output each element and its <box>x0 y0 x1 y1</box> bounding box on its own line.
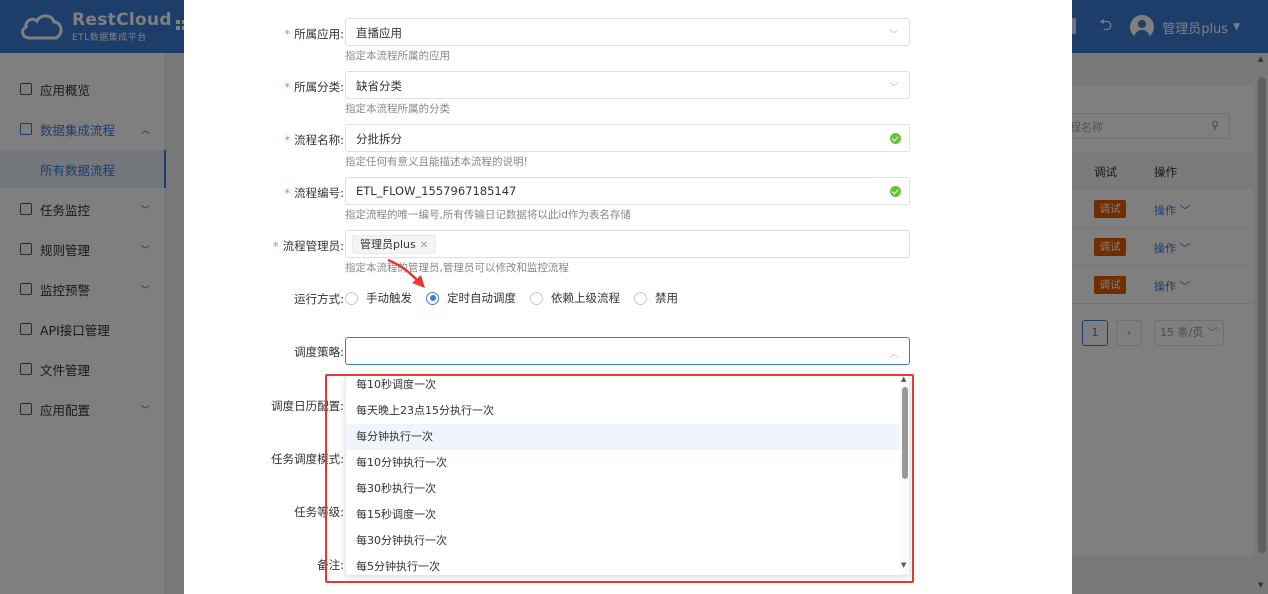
run-mode-label: 运行方式: <box>294 292 344 306</box>
flow-code-label: * 流程编号: <box>284 186 344 200</box>
chevron-up-icon: ︿ <box>889 349 899 360</box>
manager-tag: 管理员plus ✕ <box>352 235 437 254</box>
valid-check-icon <box>890 133 901 144</box>
strategy-select[interactable]: ︿ <box>345 337 910 365</box>
flow-name-input[interactable]: 分批拆分 <box>345 124 910 152</box>
annotation-arrow-icon <box>387 258 425 288</box>
chevron-down-icon: ﹀ <box>889 30 899 41</box>
category-select[interactable]: 缺省分类 ﹀ <box>345 71 910 99</box>
flow-name-value: 分批拆分 <box>356 132 402 146</box>
task-mode-label: 任务调度模式: <box>271 452 344 466</box>
required-mark: * <box>272 239 279 253</box>
dropdown-option[interactable]: 每天晚上23点15分执行一次 <box>346 398 899 424</box>
radio-circle-checked[interactable] <box>426 291 439 305</box>
radio-disabled[interactable]: 禁用 <box>634 290 678 306</box>
task-level-label: 任务等级: <box>294 505 344 519</box>
close-icon[interactable]: ✕ <box>420 240 428 251</box>
calendar-config-label: 调度日历配置: <box>271 399 344 413</box>
scroll-down-icon[interactable]: ▼ <box>901 561 906 569</box>
app-label: * 所属应用: <box>284 27 344 41</box>
required-mark: * <box>284 133 291 147</box>
dropdown-scrollbar[interactable]: ▲ ▼ <box>899 375 909 575</box>
required-mark: * <box>284 80 291 94</box>
radio-manual[interactable]: 手动触发 <box>345 290 412 306</box>
dropdown-option[interactable]: 每5分钟执行一次 <box>346 554 899 575</box>
flow-manager-select[interactable]: 管理员plus ✕ <box>345 230 910 258</box>
category-hint: 指定本流程所属的分类 <box>345 103 450 115</box>
category-select-value: 缺省分类 <box>356 79 402 93</box>
run-mode-radio-group: 手动触发 定时自动调度 依赖上级流程 禁用 <box>345 290 692 306</box>
required-mark: * <box>284 27 291 41</box>
flow-code-value: ETL_FLOW_1557967185147 <box>356 184 517 198</box>
flow-name-label: * 流程名称: <box>284 133 344 147</box>
radio-circle[interactable] <box>345 291 358 305</box>
flow-code-hint: 指定流程的唯一编号,所有传输日记数据将以此id作为表名存储 <box>345 209 631 221</box>
required-mark: * <box>284 186 291 200</box>
dropdown-option[interactable]: 每10秒调度一次 <box>346 375 899 398</box>
flow-code-input[interactable]: ETL_FLOW_1557967185147 <box>345 177 910 205</box>
app-select-value: 直播应用 <box>356 26 402 40</box>
strategy-dropdown: 每10秒调度一次 每天晚上23点15分执行一次 每分钟执行一次 每10分钟执行一… <box>345 374 910 576</box>
valid-check-icon <box>890 186 901 197</box>
dropdown-option[interactable]: 每30分钟执行一次 <box>346 528 899 554</box>
flow-manager-hint: 指定本流程的管理员,管理员可以修改和监控流程 <box>345 262 569 274</box>
radio-dependent[interactable]: 依赖上级流程 <box>530 290 620 306</box>
scroll-up-icon[interactable]: ▲ <box>901 375 906 383</box>
radio-circle[interactable] <box>530 291 543 305</box>
radio-circle[interactable] <box>634 291 647 305</box>
category-label: * 所属分类: <box>284 80 344 94</box>
strategy-label: 调度策略: <box>294 345 344 359</box>
chevron-down-icon: ﹀ <box>889 83 899 94</box>
dropdown-option[interactable]: 每15秒调度一次 <box>346 502 899 528</box>
dropdown-option-hover[interactable]: 每分钟执行一次 <box>346 424 899 450</box>
dropdown-option[interactable]: 每10分钟执行一次 <box>346 450 899 476</box>
app-hint: 指定本流程所属的应用 <box>345 50 450 62</box>
flow-name-hint: 指定任何有意义且能描述本流程的说明! <box>345 156 528 168</box>
radio-scheduled[interactable]: 定时自动调度 <box>426 290 516 306</box>
dropdown-option[interactable]: 每30秒执行一次 <box>346 476 899 502</box>
app-select[interactable]: 直播应用 ﹀ <box>345 18 910 46</box>
flow-manager-label: * 流程管理员: <box>272 239 344 253</box>
remark-label: 备注: <box>317 558 344 572</box>
dropdown-scrollbar-thumb[interactable] <box>902 387 908 479</box>
